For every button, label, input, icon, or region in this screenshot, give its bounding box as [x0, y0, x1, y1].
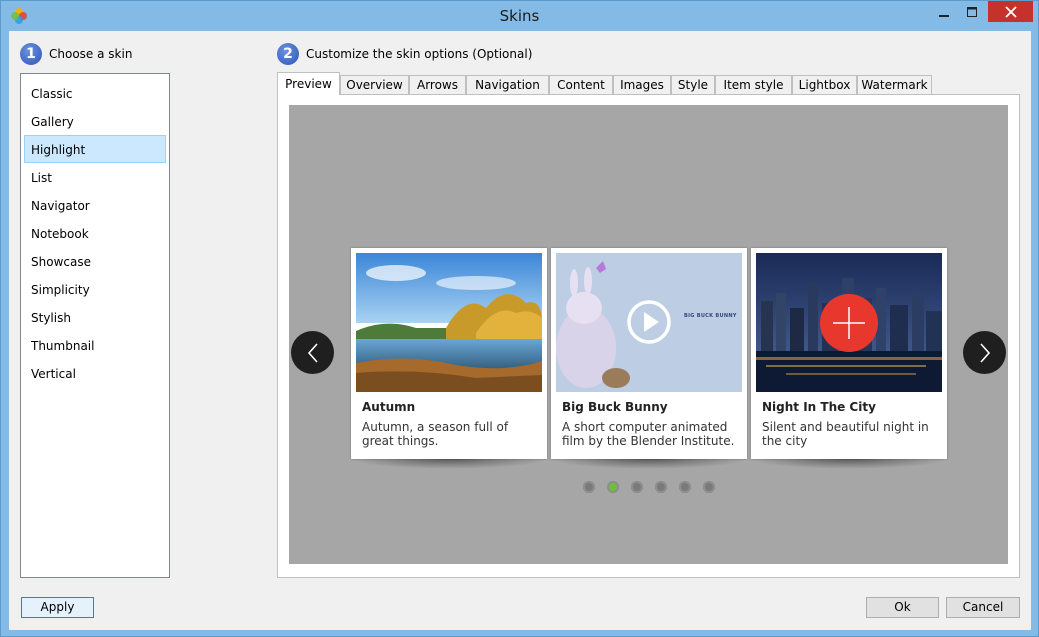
- skin-item[interactable]: Simplicity: [24, 275, 166, 303]
- tab-navigation[interactable]: Navigation: [466, 75, 549, 94]
- slide-title: Autumn: [362, 400, 416, 414]
- apply-button[interactable]: Apply: [21, 597, 94, 618]
- skin-item[interactable]: Gallery: [24, 107, 166, 135]
- slide-title: Big Buck Bunny: [562, 400, 668, 414]
- cancel-button[interactable]: Cancel: [946, 597, 1020, 618]
- pagination-dot-active[interactable]: [607, 481, 619, 493]
- skin-item[interactable]: Thumbnail: [24, 331, 166, 359]
- window-title: Skins: [499, 7, 540, 25]
- step-1-badge: 1: [20, 43, 42, 65]
- plus-icon[interactable]: [819, 293, 879, 353]
- big-buck-bunny-video-thumbnail: BIG BUCK BUNNY: [556, 253, 742, 392]
- tab-lightbox[interactable]: Lightbox: [792, 75, 857, 94]
- preview-stage: Autumn Autumn, a season full of great th…: [289, 105, 1008, 564]
- skin-item[interactable]: Showcase: [24, 247, 166, 275]
- close-icon: [1004, 5, 1017, 18]
- skin-item[interactable]: Stylish: [24, 303, 166, 331]
- skin-item[interactable]: Navigator: [24, 191, 166, 219]
- skin-list[interactable]: Classic Gallery Highlight List Navigator…: [20, 73, 170, 578]
- skin-item[interactable]: Vertical: [24, 359, 166, 387]
- autumn-image: [356, 253, 542, 392]
- night-city-image: [756, 253, 942, 392]
- slide-description: A short computer animated film by the Bl…: [562, 420, 735, 448]
- chevron-right-icon: [979, 342, 990, 363]
- pagination-dot[interactable]: [679, 481, 691, 493]
- ok-button[interactable]: Ok: [866, 597, 939, 618]
- card-shadow: [551, 459, 747, 469]
- pagination-dot[interactable]: [655, 481, 667, 493]
- tab-preview[interactable]: Preview: [277, 72, 340, 95]
- maximize-icon: [967, 6, 977, 17]
- skin-item-selected[interactable]: Highlight: [24, 135, 166, 163]
- pagination-dot[interactable]: [583, 481, 595, 493]
- tab-overview[interactable]: Overview: [340, 75, 409, 94]
- dialog-body: 1 Choose a skin 2 Customize the skin opt…: [9, 31, 1031, 630]
- card-shadow: [751, 459, 947, 469]
- skin-item[interactable]: Notebook: [24, 219, 166, 247]
- maximize-button[interactable]: [959, 1, 985, 22]
- slide-title: Night In The City: [762, 400, 876, 414]
- pagination-dot[interactable]: [631, 481, 643, 493]
- tab-item-style[interactable]: Item style: [715, 75, 792, 94]
- skins-window: Skins 1 Choose a skin 2 Customize the sk…: [0, 0, 1039, 637]
- tab-watermark[interactable]: Watermark: [857, 75, 932, 94]
- minimize-button[interactable]: [931, 1, 957, 22]
- tab-arrows[interactable]: Arrows: [409, 75, 466, 94]
- pagination-dot[interactable]: [703, 481, 715, 493]
- card-shadow: [351, 459, 547, 469]
- previous-arrow-button[interactable]: [291, 331, 334, 374]
- slide-description: Silent and beautiful night in the city: [762, 420, 929, 448]
- minimize-icon: [939, 14, 949, 17]
- title-bar[interactable]: Skins: [1, 1, 1038, 31]
- chevron-left-icon: [307, 342, 318, 363]
- step-2-badge: 2: [277, 43, 299, 65]
- skin-item[interactable]: Classic: [24, 79, 166, 107]
- slide-description: Autumn, a season full of great things.: [362, 420, 509, 448]
- tab-content[interactable]: Content: [549, 75, 613, 94]
- skin-item[interactable]: List: [24, 163, 166, 191]
- tab-images[interactable]: Images: [613, 75, 671, 94]
- step-2-label: Customize the skin options (Optional): [306, 47, 533, 61]
- close-button[interactable]: [988, 1, 1033, 22]
- step-1-label: Choose a skin: [49, 47, 133, 61]
- next-arrow-button[interactable]: [963, 331, 1006, 374]
- play-icon[interactable]: [627, 300, 671, 344]
- preview-panel: Autumn Autumn, a season full of great th…: [277, 94, 1020, 578]
- tab-style[interactable]: Style: [671, 75, 715, 94]
- slide-card-autumn[interactable]: Autumn Autumn, a season full of great th…: [351, 248, 547, 459]
- slide-card-night-in-the-city[interactable]: Night In The City Silent and beautiful n…: [751, 248, 947, 459]
- slide-card-big-buck-bunny[interactable]: BIG BUCK BUNNY Big Buck Bunny A short co…: [551, 248, 747, 459]
- video-poster-title: BIG BUCK BUNNY: [684, 313, 737, 319]
